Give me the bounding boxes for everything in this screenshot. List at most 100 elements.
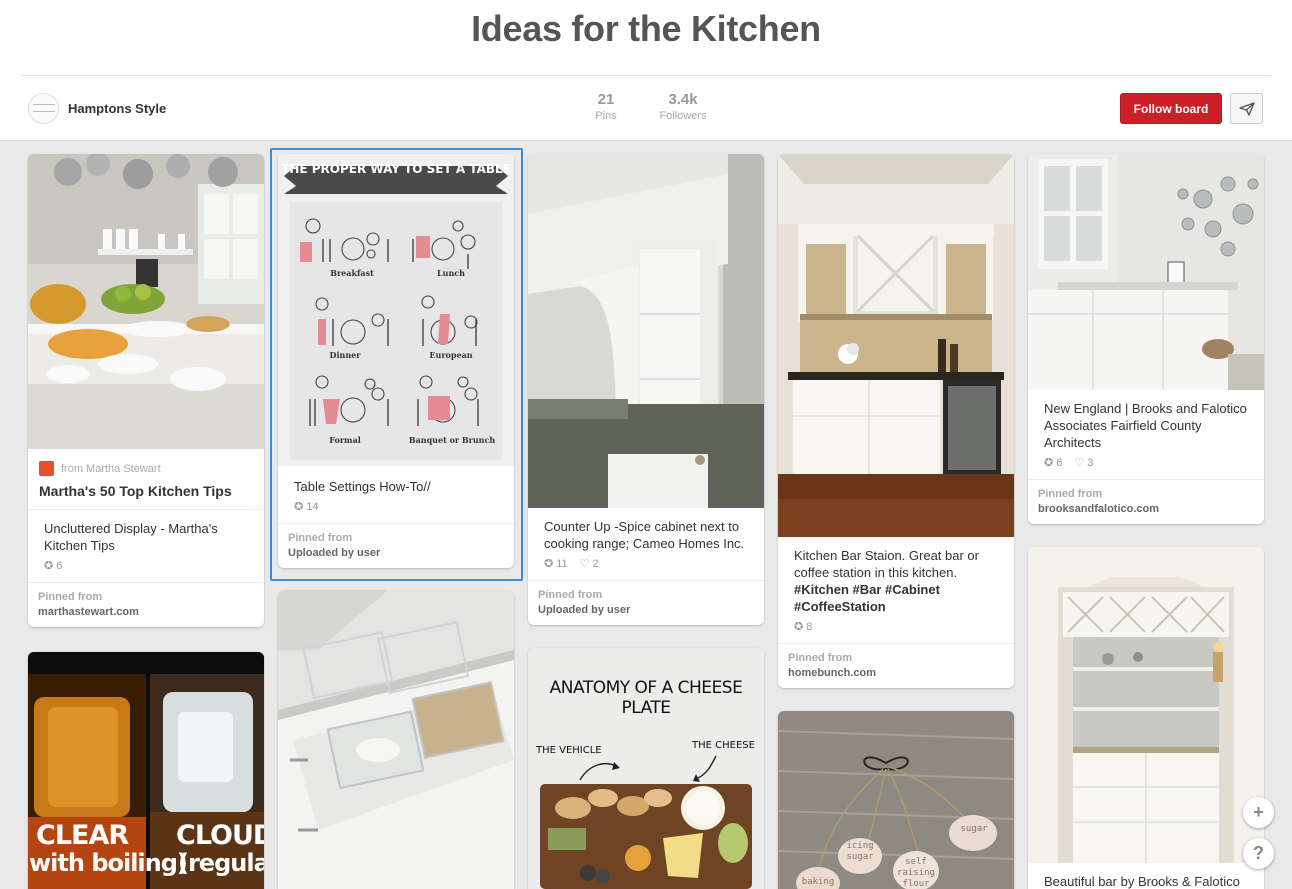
follow-board-button[interactable]: Follow board [1120,93,1222,124]
owner-avatar[interactable] [28,92,59,124]
pin-source-domain[interactable]: Uploaded by user [288,547,504,559]
pin-source-domain[interactable]: marthastewart.com [38,606,254,618]
send-board-button[interactable] [1230,93,1263,124]
pin-image[interactable] [28,154,264,449]
pin-card[interactable]: Counter Up -Spice cabinet next to cookin… [528,154,764,625]
rich-source-label: from Martha Stewart [61,462,161,475]
followers-stat[interactable]: 3.4k Followers [653,91,713,122]
help-button[interactable]: ? [1243,838,1274,869]
pin-card[interactable]: from Martha Stewart Martha's 50 Top Kitc… [28,154,264,627]
repin-count: 14 [306,500,319,513]
heart-icon: ♡ [579,558,590,570]
owner-name[interactable]: Hamptons Style [68,101,166,116]
pin-card[interactable]: Beautiful bar by Brooks & Falotico [1028,547,1264,889]
followers-label: Followers [659,110,707,122]
paper-plane-icon [1238,101,1255,116]
pin-image[interactable]: CLEAR with boiling) CLOUDY (regular) [28,652,264,889]
jar-tag: self raising flour [897,857,935,889]
plus-icon: + [1253,802,1264,822]
pin-description: New England | Brooks and Falotico Associ… [1044,401,1247,450]
pin-image[interactable] [1028,154,1264,390]
repin-icon: ✪ [44,560,54,572]
question-icon: ? [1253,843,1264,863]
pin-source-domain[interactable]: Uploaded by user [538,604,754,616]
repin-count: 6 [1056,456,1063,469]
setting-label: Breakfast [330,268,374,278]
pin-source-domain[interactable]: brooksandfalotico.com [1038,503,1254,515]
repin-count: 6 [56,559,63,572]
pin-image[interactable] [778,154,1014,537]
setting-label: Lunch [437,268,465,278]
pin-source[interactable]: Pinned from Uploaded by user [278,523,514,568]
pin-card[interactable]: sugar icing sugar self raising flour bak… [778,711,1014,889]
pin-description: Kitchen Bar Staion. Great bar or coffee … [794,547,998,615]
pin-image[interactable] [278,590,514,889]
jar-tag: baking [801,877,835,887]
infographic-title: THE PROPER WAY TO SET A TABLE [281,162,511,176]
pin-image[interactable]: sugar icing sugar self raising flour bak… [778,711,1014,889]
pin-description: Uncluttered Display - Martha's Kitchen T… [44,521,218,553]
jar-tag: sugar [960,824,988,834]
pin-card[interactable]: THE PROPER WAY TO SET A TABLE Breakfast … [278,154,514,568]
pin-card[interactable]: ANATOMY OF A CHEESE PLATE THE VEHICLE TH… [528,648,764,889]
pin-counts: ✪ 14 [294,500,498,514]
pinned-from-label: Pinned from [538,589,603,601]
repin-icon: ✪ [1044,457,1054,469]
pin-counts: ✪ 8 [794,620,998,634]
board-header: Hamptons Style 21 Pins 3.4k Followers Fo… [21,75,1271,141]
pins-label: Pins [595,110,617,122]
martha-stewart-logo-icon [39,461,54,476]
pinned-from-label: Pinned from [1038,488,1103,500]
pin-card[interactable]: CLEAR with boiling) CLOUDY (regular) [28,652,264,889]
repin-icon: ✪ [794,621,804,633]
setting-label: Dinner [329,350,361,360]
pins-count: 21 [597,91,615,108]
cloudy-sublabel: (regular) [178,849,264,877]
pin-card[interactable]: Kitchen Bar Staion. Great bar or coffee … [778,154,1014,688]
pin-description: Beautiful bar by Brooks & Falotico [1044,874,1240,889]
vehicle-label: THE VEHICLE [536,745,602,756]
repin-count: 11 [556,557,568,570]
repin-icon: ✪ [294,501,304,513]
cloudy-label: CLOUDY [176,820,264,851]
clear-label: CLEAR [36,820,129,851]
board-owner[interactable]: Hamptons Style [28,92,166,124]
pin-description: Counter Up -Spice cabinet next to cookin… [544,519,745,551]
pinned-from-label: Pinned from [288,532,353,544]
pin-source-domain[interactable]: homebunch.com [788,667,1004,679]
pin-image[interactable] [528,154,764,508]
pin-description: Table Settings How-To// [294,479,431,494]
pin-image[interactable] [1028,547,1264,863]
rich-pin-title[interactable]: Martha's 50 Top Kitchen Tips [28,476,264,510]
description-hashtags[interactable]: #Kitchen #Bar #Cabinet #CoffeeStation [794,582,940,614]
followers-count: 3.4k [668,91,698,108]
clear-sublabel: with boiling) [29,849,188,877]
cheese-label: THE CHEESE [692,740,755,751]
pin-source[interactable]: Pinned from brooksandfalotico.com [1028,479,1264,524]
like-count: 3 [1087,456,1094,469]
pins-stat[interactable]: 21 Pins [586,91,626,122]
pinned-from-label: Pinned from [788,652,853,664]
pin-counts: ✪ 6 ♡ 3 [1044,456,1248,470]
setting-label: European [429,350,473,360]
pin-image[interactable]: ANATOMY OF A CHEESE PLATE THE VEHICLE TH… [528,648,764,889]
board-title: Ideas for the Kitchen [471,8,821,49]
add-pin-button[interactable]: + [1243,797,1274,828]
description-text: Kitchen Bar Staion. Great bar or coffee … [794,548,979,580]
pin-card[interactable]: New England | Brooks and Falotico Associ… [1028,154,1264,524]
pin-image[interactable]: THE PROPER WAY TO SET A TABLE Breakfast … [278,154,514,466]
like-count: 2 [592,557,599,570]
pin-counts: ✪ 6 [44,559,248,573]
repin-icon: ✪ [544,558,554,570]
pin-source[interactable]: Pinned from Uploaded by user [528,580,764,625]
pin-counts: ✪ 11 ♡ 2 [544,557,748,571]
rich-pin-source[interactable]: from Martha Stewart [28,449,264,476]
pin-source[interactable]: Pinned from marthastewart.com [28,582,264,627]
pin-source[interactable]: Pinned from homebunch.com [778,643,1014,688]
heart-icon: ♡ [1074,457,1085,469]
jar-tag: icing sugar [846,841,874,862]
setting-label: Banquet or Brunch [408,435,496,445]
cheese-plate-title: ANATOMY OF A CHEESE PLATE [549,678,743,718]
setting-label: Formal [329,435,361,445]
pin-card[interactable] [278,590,514,889]
